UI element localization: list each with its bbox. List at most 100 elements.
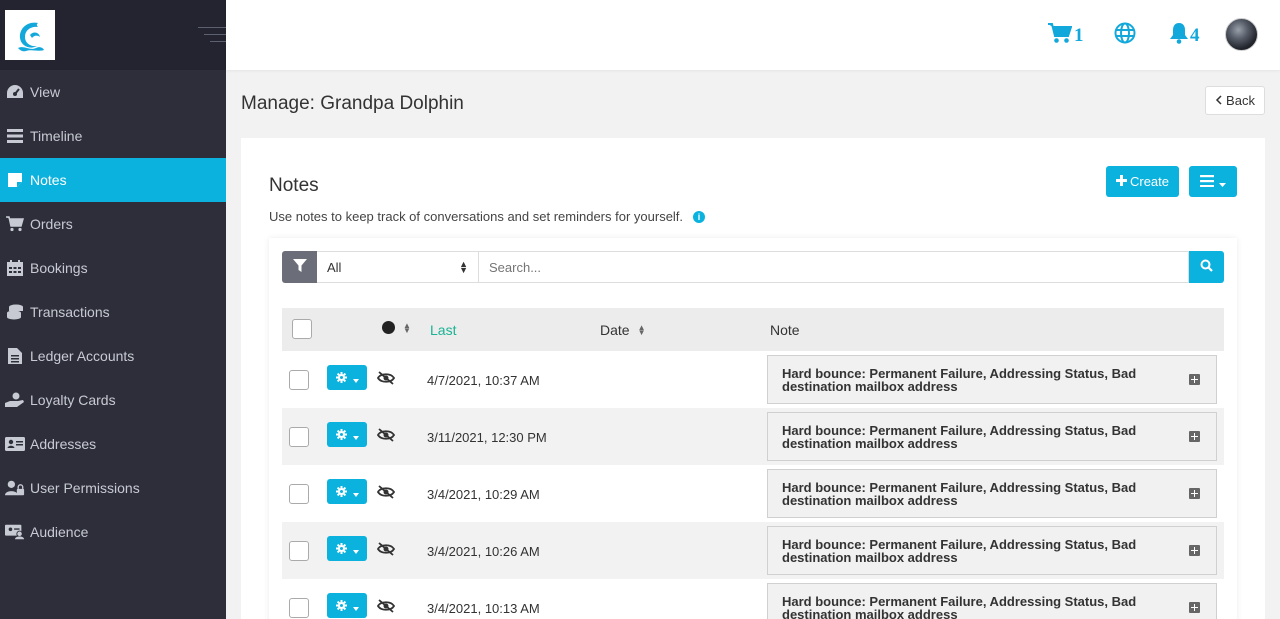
note-column-label: Note — [770, 322, 800, 338]
row-actions-button[interactable] — [327, 479, 367, 504]
expand-icon[interactable] — [1189, 488, 1200, 499]
table-row: 4/7/2021, 10:37 AM Hard bounce: Permanen… — [282, 351, 1224, 408]
note-content[interactable]: Hard bounce: Permanent Failure, Addressi… — [767, 412, 1217, 461]
note-text: Hard bounce: Permanent Failure, Addressi… — [782, 366, 1137, 394]
avatar[interactable] — [1225, 18, 1258, 51]
note-column-header: Note — [770, 322, 800, 338]
back-button[interactable]: Back — [1205, 86, 1265, 115]
last-column-header[interactable]: Last — [430, 322, 456, 338]
globe-icon — [1114, 22, 1136, 50]
status-dot-icon — [382, 321, 395, 334]
cart-count-badge: 1 — [1074, 25, 1084, 46]
note-content[interactable]: Hard bounce: Permanent Failure, Addressi… — [767, 526, 1217, 575]
sidebar-item-label: View — [30, 84, 61, 100]
gear-icon — [335, 541, 347, 557]
sidebar-item-label: Transactions — [30, 304, 110, 320]
filter-select-value: All — [327, 259, 342, 275]
language-button[interactable] — [1114, 22, 1136, 50]
chevron-left-icon — [1215, 93, 1222, 108]
row-checkbox[interactable] — [289, 427, 309, 447]
row-checkbox[interactable] — [289, 370, 309, 390]
back-label: Back — [1226, 93, 1255, 108]
sidebar-item-bookings[interactable]: Bookings — [0, 246, 226, 290]
note-content[interactable]: Hard bounce: Permanent Failure, Addressi… — [767, 355, 1217, 404]
search-button[interactable] — [1189, 251, 1224, 283]
cart-icon — [5, 214, 25, 234]
eye-slash-icon[interactable] — [376, 485, 396, 502]
user-lock-icon — [5, 478, 25, 498]
sidebar-item-user-permissions[interactable]: User Permissions — [0, 466, 226, 510]
sidebar-item-timeline[interactable]: Timeline — [0, 114, 226, 158]
sidebar-item-orders[interactable]: Orders — [0, 202, 226, 246]
expand-icon[interactable] — [1189, 602, 1200, 613]
sidebar-item-view[interactable]: View — [0, 70, 226, 114]
sidebar-item-ledger-accounts[interactable]: Ledger Accounts — [0, 334, 226, 378]
notifications-button[interactable]: 4 — [1169, 22, 1200, 50]
note-text: Hard bounce: Permanent Failure, Addressi… — [782, 480, 1137, 508]
expand-icon[interactable] — [1189, 374, 1200, 385]
list-icon — [5, 126, 25, 146]
sidebar-item-label: User Permissions — [30, 480, 140, 496]
last-column-label: Last — [430, 322, 457, 338]
table-row: 3/4/2021, 10:26 AM Hard bounce: Permanen… — [282, 522, 1224, 579]
caret-down-icon — [352, 370, 359, 386]
row-checkbox[interactable] — [289, 598, 309, 618]
row-checkbox[interactable] — [289, 484, 309, 504]
note-date: 3/4/2021, 10:26 AM — [427, 544, 540, 559]
caret-down-icon — [352, 541, 359, 557]
gear-icon — [335, 427, 347, 443]
note-date: 3/4/2021, 10:29 AM — [427, 487, 540, 502]
expand-icon[interactable] — [1189, 431, 1200, 442]
date-column-header[interactable]: Date ▲ ▼ — [600, 322, 646, 338]
status-column-header[interactable]: ▲ ▼ — [382, 321, 411, 334]
search-input[interactable] — [479, 251, 1189, 283]
cart-button[interactable]: 1 — [1048, 22, 1084, 50]
eye-slash-icon[interactable] — [376, 428, 396, 445]
notes-title: Notes — [269, 175, 319, 196]
eye-slash-icon[interactable] — [376, 542, 396, 559]
row-checkbox[interactable] — [289, 541, 309, 561]
dolphin-logo-icon[interactable] — [5, 10, 55, 60]
sidebar-item-notes[interactable]: Notes — [0, 158, 226, 202]
sidebar-item-loyalty-cards[interactable]: Loyalty Cards — [0, 378, 226, 422]
gear-icon — [335, 370, 347, 386]
sidebar-item-label: Addresses — [30, 436, 97, 452]
row-actions-button[interactable] — [327, 422, 367, 447]
filter-select[interactable]: All ▲ ▼ — [317, 251, 479, 283]
hand-holding-icon — [5, 390, 25, 410]
dashboard-icon — [5, 82, 25, 102]
select-all-checkbox[interactable] — [292, 319, 312, 339]
row-actions-button[interactable] — [327, 536, 367, 561]
sidebar-item-transactions[interactable]: Transactions — [0, 290, 226, 334]
eye-slash-icon[interactable] — [376, 599, 396, 616]
eye-slash-icon[interactable] — [376, 371, 396, 388]
table-row: 3/11/2021, 12:30 PM Hard bounce: Permane… — [282, 408, 1224, 465]
caret-down-icon — [1219, 174, 1226, 190]
sidebar-item-label: Audience — [30, 524, 89, 540]
calendar-icon — [5, 258, 25, 278]
notes-subtitle-text: Use notes to keep track of conversations… — [269, 209, 684, 224]
caret-down-icon — [352, 598, 359, 614]
row-actions-button[interactable] — [327, 365, 367, 390]
row-actions-button[interactable] — [327, 593, 367, 618]
filter-icon — [292, 258, 307, 276]
coins-icon — [5, 302, 25, 322]
sidebar-item-label: Loyalty Cards — [30, 392, 116, 408]
table-header: ▲ ▼ Last Date ▲ ▼ Note — [282, 308, 1224, 351]
address-card-icon — [5, 434, 25, 454]
date-column-label: Date — [600, 322, 630, 338]
note-date: 3/11/2021, 12:30 PM — [427, 430, 547, 445]
options-menu-button[interactable] — [1189, 166, 1237, 197]
note-content[interactable]: Hard bounce: Permanent Failure, Addressi… — [767, 469, 1217, 518]
note-content[interactable]: Hard bounce: Permanent Failure, Addressi… — [767, 583, 1217, 619]
sidebar-item-label: Notes — [30, 172, 67, 188]
sidebar-item-addresses[interactable]: Addresses — [0, 422, 226, 466]
sidebar-item-audience[interactable]: Audience — [0, 510, 226, 554]
info-icon[interactable]: i — [693, 210, 706, 223]
sidebar-toggle-button[interactable] — [198, 27, 226, 45]
filter-button[interactable] — [282, 251, 317, 283]
caret-down-icon — [352, 427, 359, 443]
expand-icon[interactable] — [1189, 545, 1200, 556]
select-caret-icon: ▲ ▼ — [459, 259, 468, 275]
create-button[interactable]: Create — [1106, 166, 1179, 197]
